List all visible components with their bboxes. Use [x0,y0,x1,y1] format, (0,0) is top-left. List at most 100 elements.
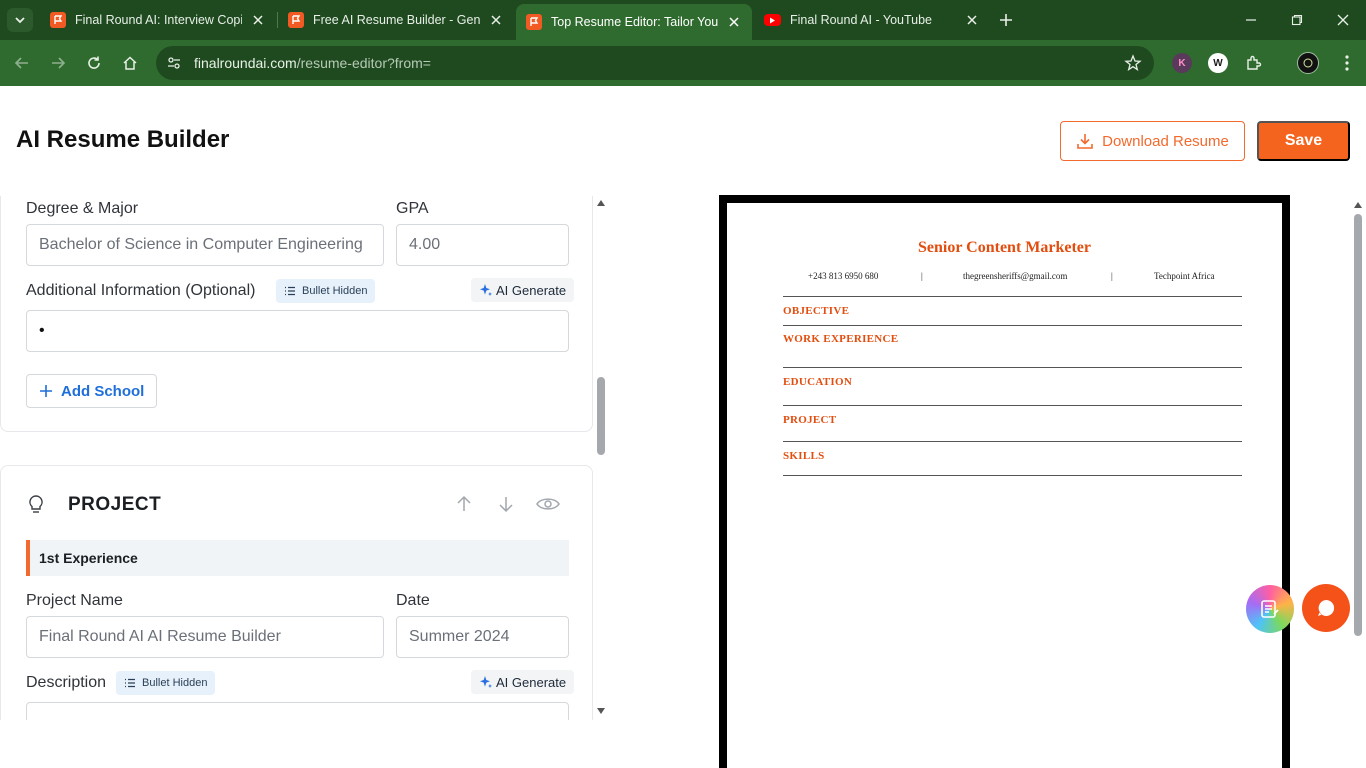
bullet-hidden-label: Bullet Hidden [302,285,368,297]
page-scrollbar[interactable] [1350,196,1366,768]
bookmark-star-icon[interactable] [1124,54,1142,72]
gpa-input[interactable]: 4.00 [396,224,569,266]
tab-title: Free AI Resume Builder - Gener [313,13,480,27]
tab-search-button[interactable] [7,8,33,32]
final-round-favicon-icon [288,12,304,28]
profile-avatar[interactable] [1297,52,1319,74]
contact-divider: | [921,271,923,281]
move-down-icon[interactable] [494,492,518,516]
new-tab-button[interactable] [996,10,1016,30]
url-host: finalroundai.com [194,55,297,71]
close-tab-icon[interactable] [964,12,980,28]
browser-menu-icon[interactable] [1337,53,1357,73]
contact-divider: | [1111,271,1113,281]
extension-w-label: W [1213,57,1223,69]
extension-w-icon[interactable]: W [1208,53,1228,73]
ai-generate-label: AI Generate [496,282,567,298]
scroll-thumb[interactable] [1354,214,1362,636]
browser-tab-1[interactable]: Final Round AI: Interview Copilo [40,4,276,36]
forward-button[interactable] [47,52,69,74]
scroll-down-arrow-icon[interactable] [597,708,605,714]
browser-tab-bar: Final Round AI: Interview Copilo Free AI… [0,0,1366,40]
tab-title: Top Resume Editor: Tailor Your R [551,15,718,29]
close-tab-icon[interactable] [488,12,504,28]
arrow-left-icon [14,57,28,69]
url-text: finalroundai.com/resume-editor?from= [194,55,431,71]
chevron-down-icon [15,17,25,24]
close-tab-icon[interactable] [726,14,742,30]
extension-k-label: K [1178,57,1186,69]
plus-icon [40,385,52,397]
chat-support-button[interactable] [1302,584,1350,632]
arrow-right-icon [52,57,66,69]
close-tab-icon[interactable] [250,12,266,28]
editor-pane: Degree & Major Bachelor of Science in Co… [0,196,594,720]
gpa-label: GPA [396,200,429,217]
reload-button[interactable] [83,52,105,74]
download-resume-button[interactable]: Download Resume [1060,121,1245,161]
move-up-icon[interactable] [452,492,476,516]
resume-paper: Senior Content Marketer +243 813 6950 68… [727,203,1282,768]
final-round-favicon-icon [50,12,66,28]
resume-company: Techpoint Africa [1154,271,1215,281]
project-name-label: Project Name [26,592,123,609]
bullet-hidden-label: Bullet Hidden [142,677,208,689]
reload-icon [88,56,100,69]
download-icon [1077,134,1093,149]
resume-name: Senior Content Marketer [918,239,1091,256]
resume-email: thegreensheriffs@gmail.com [963,271,1068,281]
additional-info-input[interactable]: • [26,310,569,352]
page-title: AI Resume Builder [16,126,230,153]
close-window-button[interactable] [1333,10,1353,30]
minimize-icon [1246,19,1256,21]
project-date-input[interactable]: Summer 2024 [396,616,569,658]
home-button[interactable] [119,52,141,74]
extensions-puzzle-icon[interactable] [1244,53,1264,73]
restore-icon [1291,14,1303,26]
degree-label: Degree & Major [26,200,139,217]
ai-generate-button[interactable]: AI Generate [471,670,575,694]
visibility-eye-icon[interactable] [536,492,560,516]
restore-button[interactable] [1287,10,1307,30]
project-card: PROJECT 1st Experience Project Name Fina… [0,465,593,720]
resume-phone: +243 813 6950 680 [808,271,879,281]
scroll-up-arrow-icon[interactable] [597,200,605,206]
scroll-thumb[interactable] [597,377,605,455]
browser-toolbar: finalroundai.com/resume-editor?from= K W [0,40,1366,86]
project-date-label: Date [396,592,430,609]
browser-tab-4[interactable]: Final Round AI - YouTube [754,4,990,36]
browser-tab-3[interactable]: Top Resume Editor: Tailor Your R [516,4,752,40]
ai-assistant-button[interactable] [1246,585,1294,633]
project-name-input[interactable]: Final Round AI AI Resume Builder [26,616,384,658]
degree-input[interactable]: Bachelor of Science in Computer Engineer… [26,224,384,266]
site-settings-icon[interactable] [166,55,182,71]
back-button[interactable] [11,52,33,74]
address-bar[interactable]: finalroundai.com/resume-editor?from= [156,46,1154,80]
experience-header[interactable]: 1st Experience [26,540,569,576]
browser-tab-2[interactable]: Free AI Resume Builder - Gener [278,4,514,36]
bullet-hidden-toggle[interactable]: Bullet Hidden [116,671,216,695]
add-school-button[interactable]: Add School [26,374,158,408]
home-icon [123,56,137,70]
tab-title: Final Round AI - YouTube [790,13,932,27]
extension-k-icon[interactable]: K [1172,53,1192,73]
resume-preview: Senior Content Marketer +243 813 6950 68… [719,195,1290,768]
document-edit-icon [1261,600,1279,618]
scroll-up-arrow-icon[interactable] [1354,202,1362,208]
chat-bubble-icon [1318,599,1335,616]
section-divider [783,475,1242,476]
tab-title: Final Round AI: Interview Copilo [75,13,242,27]
bullet-hidden-toggle[interactable]: Bullet Hidden [276,279,376,303]
minimize-button[interactable] [1241,10,1261,30]
editor-scrollbar[interactable] [594,196,608,720]
close-icon [1337,14,1349,26]
ai-generate-button[interactable]: AI Generate [471,278,575,302]
resume-section-project: PROJECT [783,414,837,426]
sparkle-icon [480,284,492,296]
resume-section-objective: OBJECTIVE [783,305,850,317]
save-button[interactable]: Save [1257,121,1350,161]
lightbulb-icon [24,492,48,516]
list-icon [125,678,135,688]
plus-icon [1000,14,1012,26]
description-input[interactable] [26,702,569,720]
